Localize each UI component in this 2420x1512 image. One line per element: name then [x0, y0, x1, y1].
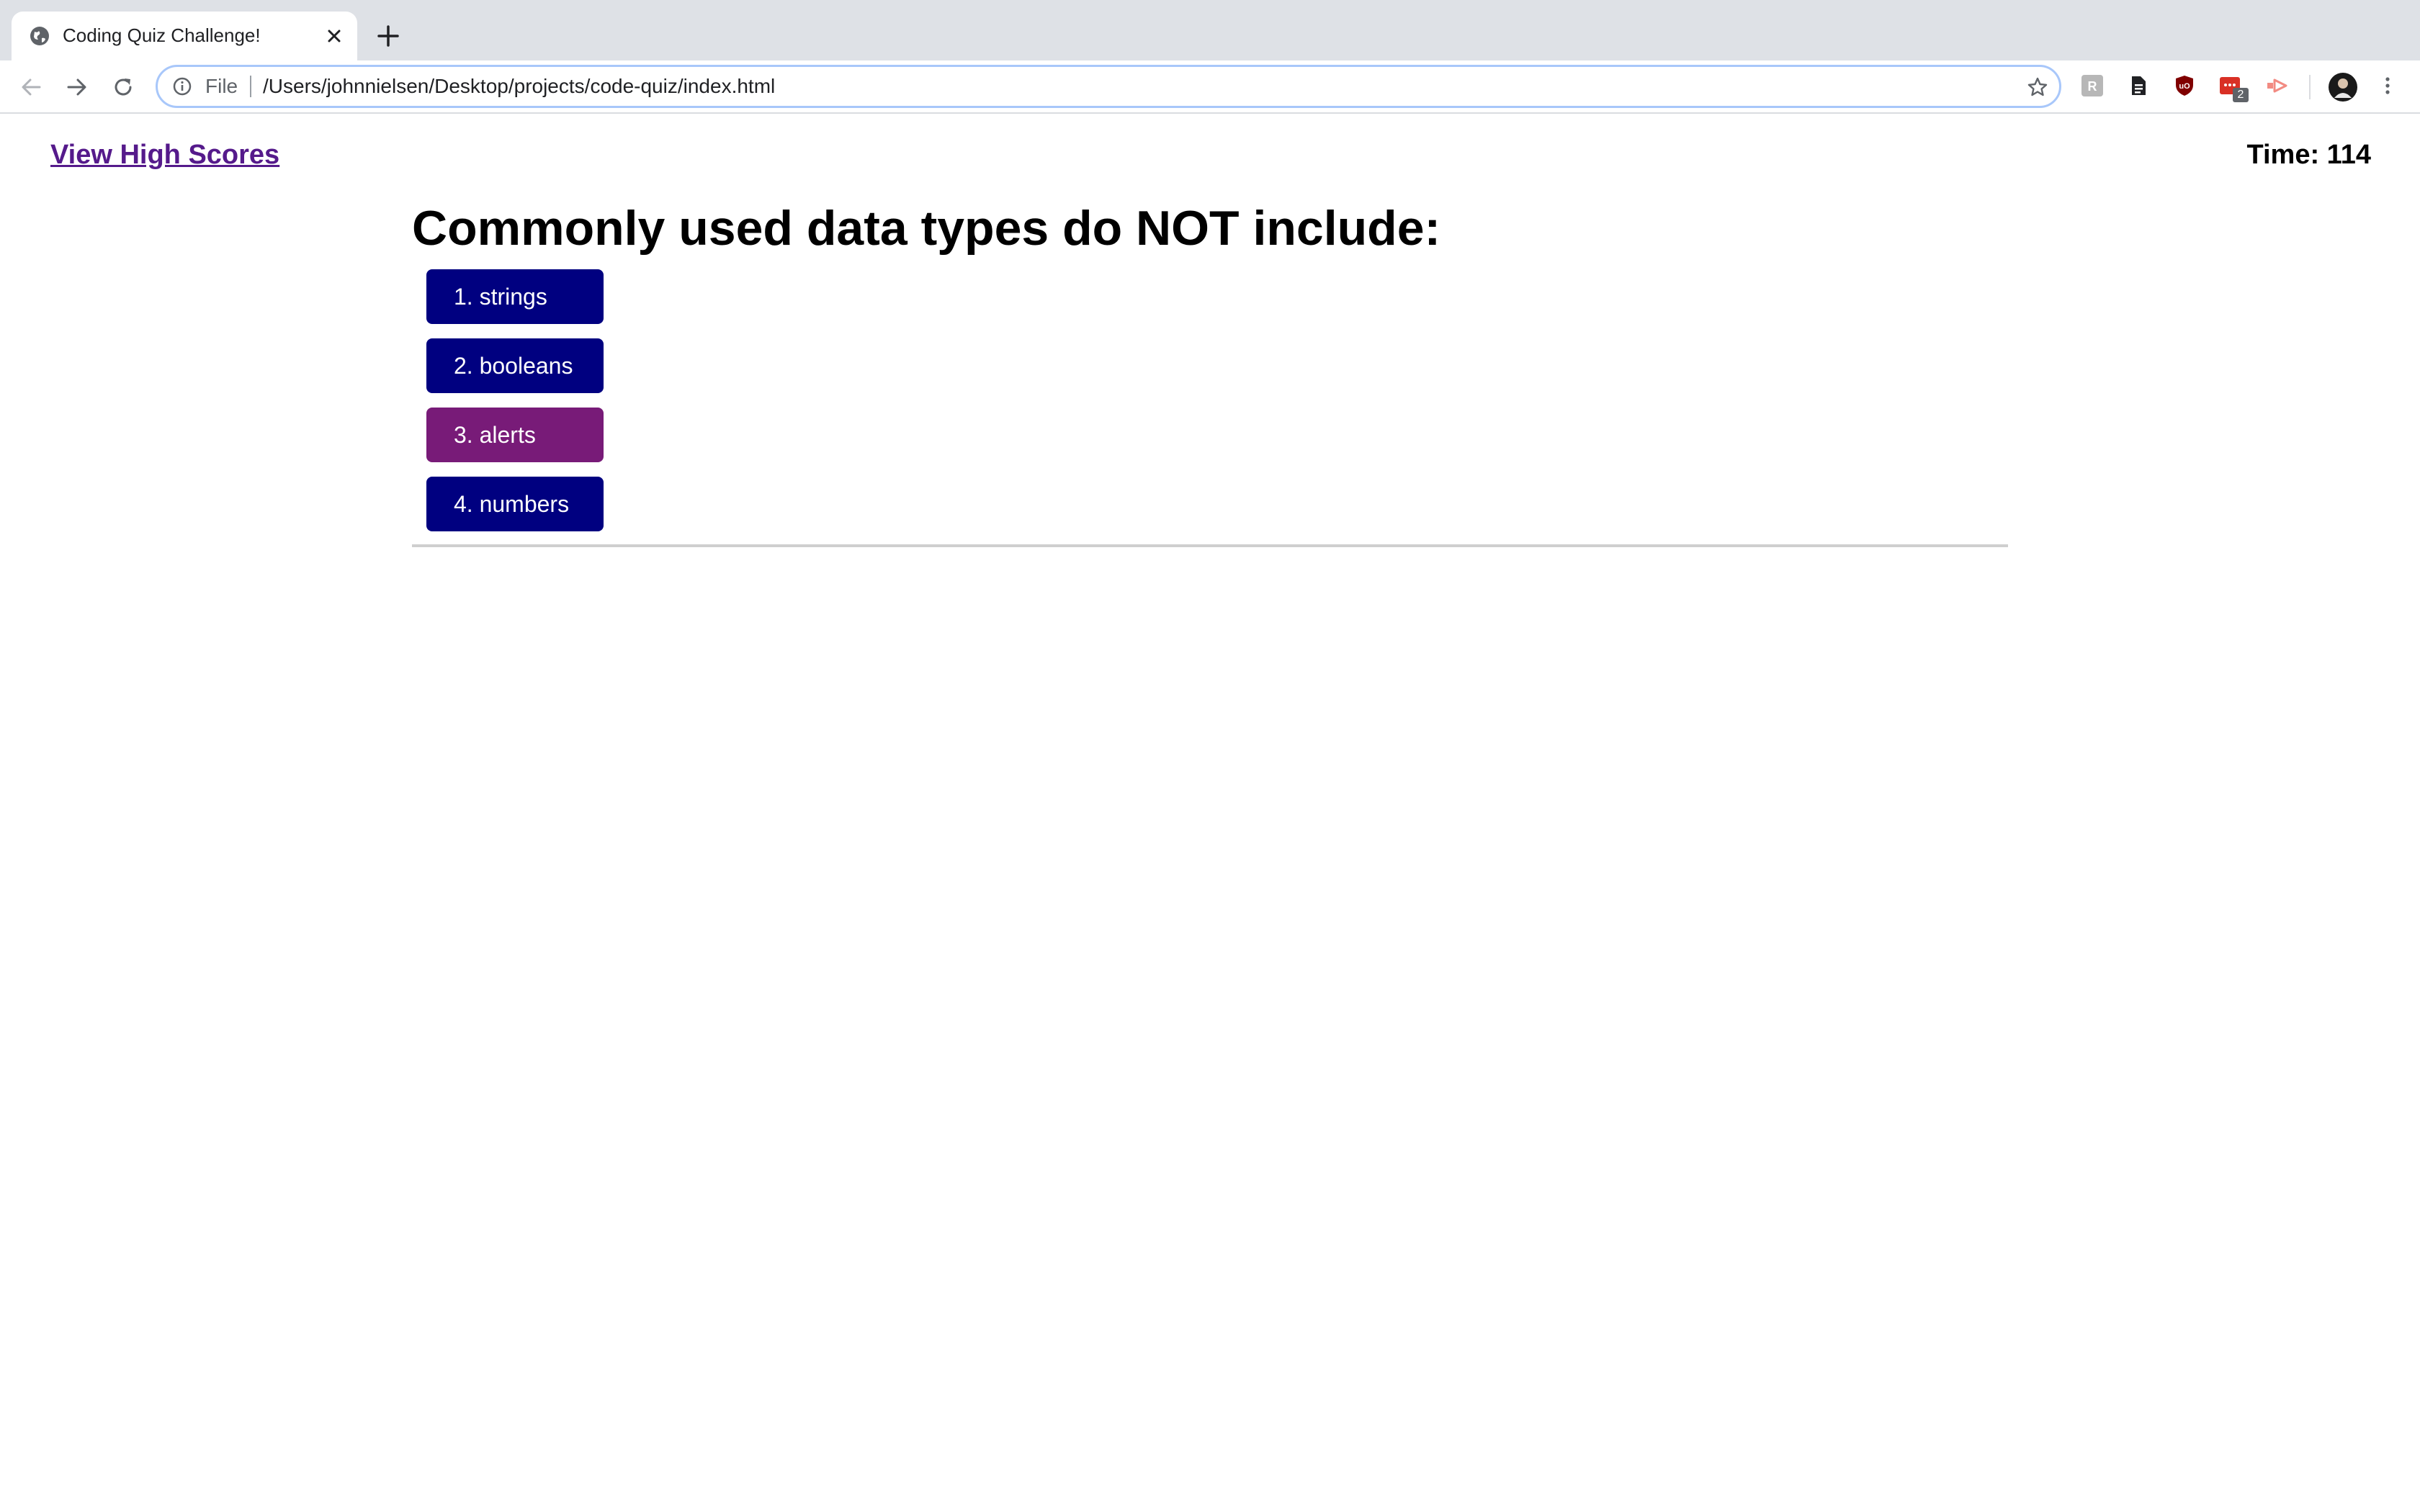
plus-icon[interactable] — [373, 21, 403, 51]
toolbar-divider — [2309, 75, 2311, 99]
question-title: Commonly used data types do NOT include: — [412, 201, 1441, 256]
close-icon[interactable] — [323, 24, 346, 48]
document-icon[interactable] — [2126, 73, 2151, 98]
address-url[interactable]: /Users/johnnielsen/Desktop/projects/code… — [263, 75, 775, 98]
browser-tab[interactable]: Coding Quiz Challenge! — [12, 12, 357, 60]
shield-icon[interactable]: uO — [2172, 73, 2197, 98]
extension-red-icon[interactable]: 2 — [2218, 73, 2249, 102]
forward-icon[interactable] — [63, 73, 91, 101]
reload-icon[interactable] — [109, 73, 137, 101]
star-icon[interactable] — [2026, 76, 2049, 99]
tab-strip: Coding Quiz Challenge! — [0, 0, 2420, 60]
answer-button-numbers[interactable]: 4. numbers — [426, 477, 604, 531]
answer-button-strings[interactable]: 1. strings — [426, 269, 604, 324]
answer-button-booleans[interactable]: 2. booleans — [426, 338, 604, 393]
address-scheme: File — [205, 75, 238, 97]
answer-choices: 1. strings 2. booleans 3. alerts 4. numb… — [426, 269, 604, 546]
divider — [412, 544, 2008, 547]
extension-arrow-icon[interactable] — [2264, 73, 2289, 98]
back-icon[interactable] — [17, 73, 45, 101]
view-high-scores-link[interactable]: View High Scores — [50, 140, 279, 171]
avatar[interactable] — [2328, 72, 2358, 102]
globe-icon — [30, 27, 49, 45]
timer: Time: 114 — [2246, 140, 2371, 170]
kebab-menu-icon[interactable] — [2375, 73, 2400, 98]
address-separator — [250, 76, 251, 97]
answer-button-alerts[interactable]: 3. alerts — [426, 408, 604, 462]
address-bar[interactable]: File /Users/johnnielsen/Desktop/projects… — [156, 65, 2061, 108]
page-content: View High Scores Time: 114 Commonly used… — [0, 115, 2420, 1512]
extension-badge: 2 — [2233, 88, 2249, 102]
info-icon[interactable] — [172, 76, 192, 96]
browser-toolbar: File /Users/johnnielsen/Desktop/projects… — [0, 60, 2420, 114]
extension-grey-icon[interactable]: R — [2080, 73, 2105, 98]
svg-text:R: R — [2088, 79, 2097, 94]
tab-title: Coding Quiz Challenge! — [63, 24, 261, 46]
svg-text:uO: uO — [2179, 82, 2190, 91]
